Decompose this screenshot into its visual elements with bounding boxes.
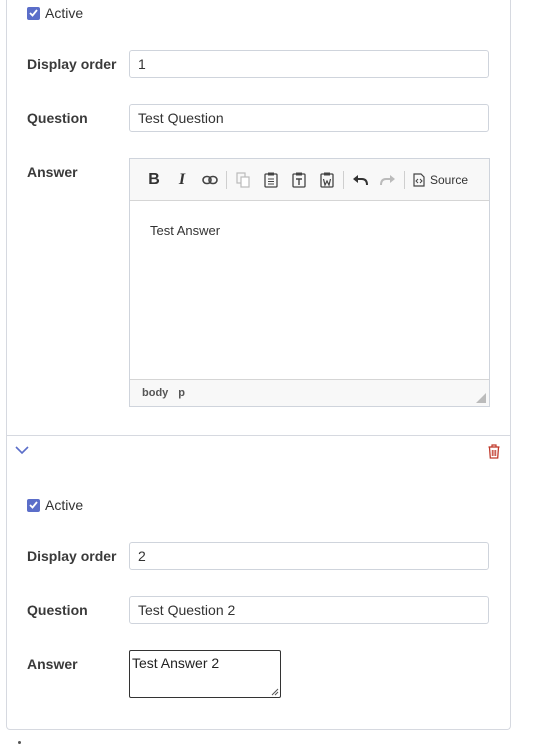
faq-item-1: Active Display order 1 Question Test Que… (6, 0, 511, 436)
display-order-input-2[interactable]: 2 (129, 542, 489, 570)
active-label-1: Active (45, 5, 84, 21)
italic-button[interactable]: I (168, 166, 196, 194)
answer-label-2: Answer (27, 656, 78, 672)
source-label: Source (430, 172, 469, 187)
toolbar-separator (226, 170, 227, 189)
question-label-1: Question (27, 110, 88, 126)
answer-textarea-2[interactable]: Test Answer 2 (129, 650, 281, 698)
bold-button[interactable]: B (140, 166, 168, 194)
link-button[interactable] (196, 166, 224, 194)
resize-grip-icon[interactable] (270, 687, 279, 696)
active-checkbox-row-1[interactable]: Active (27, 5, 83, 21)
question-label-2: Question (27, 602, 88, 618)
toolbar-separator (404, 170, 405, 189)
paste-as-text-button[interactable] (285, 166, 313, 194)
question-input-2[interactable]: Test Question 2 (129, 596, 489, 624)
bold-icon: B (148, 170, 160, 188)
copy-button[interactable] (229, 166, 257, 194)
answer-rich-editor: B I Source Test Answer body p (129, 158, 490, 407)
editor-toolbar: B I Source (130, 159, 489, 201)
undo-button[interactable] (346, 166, 374, 194)
paste-text-icon (292, 172, 306, 188)
active-label-2: Active (45, 497, 84, 513)
link-icon (202, 175, 218, 184)
redo-button[interactable] (374, 166, 402, 194)
copy-icon (236, 171, 250, 188)
redo-icon (380, 174, 395, 185)
source-icon (413, 172, 425, 187)
chevron-down-icon[interactable] (15, 446, 29, 455)
answer-text-2: Test Answer 2 (132, 655, 220, 671)
paste-icon (264, 172, 278, 188)
answer-label-1: Answer (27, 164, 78, 180)
paste-from-word-button[interactable] (313, 166, 341, 194)
italic-icon: I (178, 170, 186, 188)
page-marker (18, 741, 21, 744)
undo-icon (353, 174, 368, 185)
toolbar-separator (343, 170, 344, 189)
active-checkbox-row-2[interactable]: Active (27, 497, 83, 513)
active-checkbox-1[interactable] (27, 6, 40, 20)
paste-word-icon (320, 172, 334, 188)
paste-button[interactable] (257, 166, 285, 194)
editor-content[interactable]: Test Answer (130, 201, 489, 380)
display-order-label-2: Display order (27, 548, 117, 564)
path-body[interactable]: body (142, 387, 168, 399)
editor-element-path: body p (130, 379, 489, 406)
resize-grip-icon[interactable] (476, 393, 486, 403)
path-p[interactable]: p (178, 387, 185, 399)
faq-item-2: Active Display order 2 Question Test Que… (6, 436, 511, 730)
source-button[interactable]: Source (407, 166, 474, 194)
display-order-input-1[interactable]: 1 (129, 50, 489, 78)
display-order-label-1: Display order (27, 56, 117, 72)
active-checkbox-2[interactable] (27, 498, 40, 512)
question-input-1[interactable]: Test Question (129, 104, 489, 132)
trash-icon[interactable] (488, 444, 500, 459)
